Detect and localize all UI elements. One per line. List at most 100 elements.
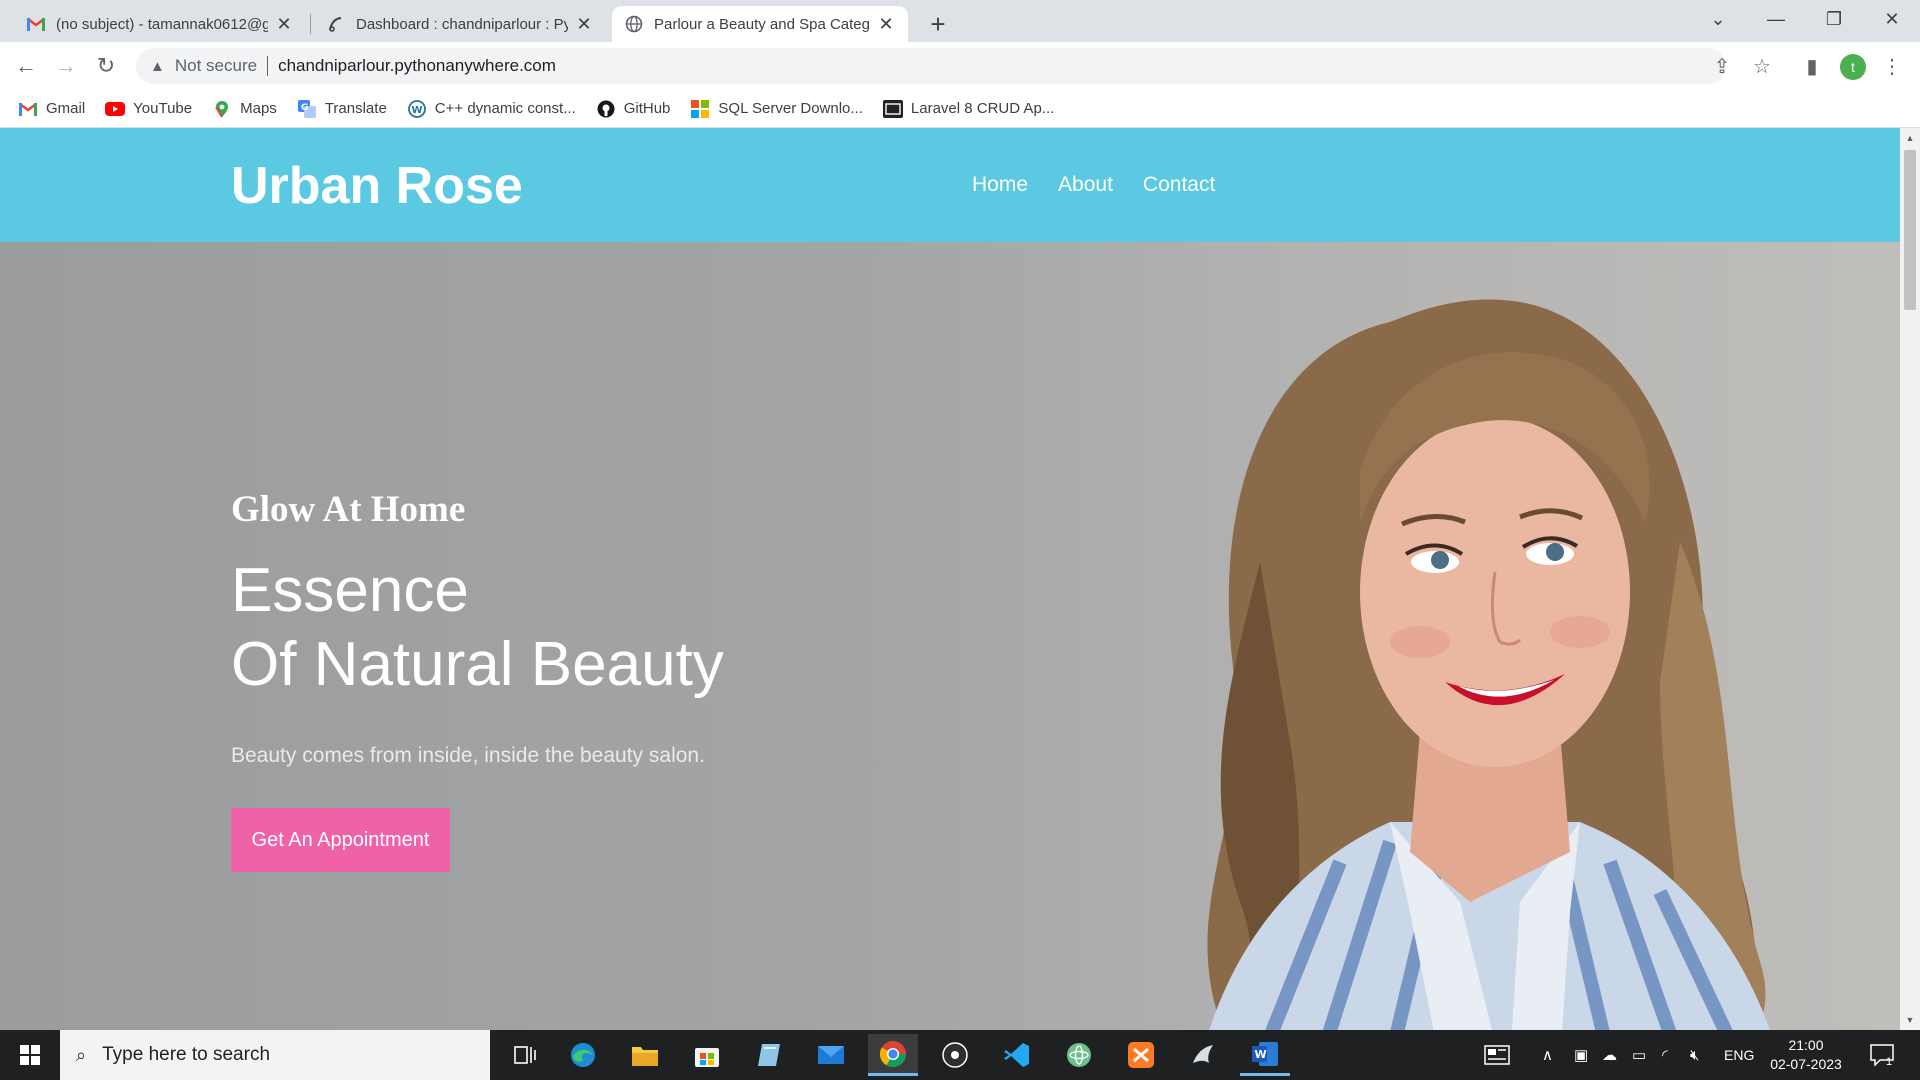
wifi-icon[interactable]: ◜: [1662, 1030, 1668, 1080]
scroll-up-icon[interactable]: ▲: [1900, 130, 1920, 146]
meet-now-icon[interactable]: ▣: [1574, 1030, 1588, 1080]
news-widget-icon[interactable]: [1484, 1030, 1510, 1080]
side-panel-icon[interactable]: ▮: [1796, 50, 1828, 82]
nav-home[interactable]: Home: [972, 173, 1028, 197]
search-placeholder: Type here to search: [102, 1044, 271, 1065]
bookmark-translate[interactable]: G Translate: [297, 99, 387, 119]
github-icon: [596, 99, 616, 119]
url-text[interactable]: chandniparlour.pythonanywhere.com: [278, 56, 556, 76]
appointment-button[interactable]: Get An Appointment: [231, 808, 450, 872]
onedrive-icon[interactable]: ☁: [1602, 1030, 1617, 1080]
page-scrollbar[interactable]: ▲ ▼: [1900, 128, 1920, 1030]
new-tab-button[interactable]: +: [922, 8, 954, 40]
minimize-icon[interactable]: —: [1748, 0, 1804, 38]
taskbar-search-box[interactable]: ⌕ Type here to search: [60, 1030, 490, 1080]
browser-tab-strip: (no subject) - tamannak0612@gmail.com ✕ …: [0, 0, 1920, 42]
scrollbar-thumb[interactable]: [1904, 150, 1916, 310]
globe-icon: [624, 14, 644, 34]
forward-icon[interactable]: →: [50, 50, 82, 82]
bookmark-laravel[interactable]: Laravel 8 CRUD Ap...: [882, 99, 1055, 119]
security-label[interactable]: Not secure: [175, 56, 257, 76]
system-clock[interactable]: 21:00 02-07-2023: [1758, 1036, 1854, 1074]
xampp-icon[interactable]: [1116, 1034, 1166, 1076]
tab-title: Dashboard : chandniparlour : PythonAnywh…: [356, 15, 568, 33]
back-icon[interactable]: ←: [10, 50, 42, 82]
nav-about[interactable]: About: [1058, 173, 1113, 197]
address-bar[interactable]: ▲ Not secure chandniparlour.pythonanywhe…: [136, 48, 1726, 84]
clock-date: 02-07-2023: [1770, 1056, 1842, 1072]
gmail-icon: [26, 14, 46, 34]
edge-icon[interactable]: [558, 1034, 608, 1076]
bookmark-label: SQL Server Downlo...: [718, 100, 863, 117]
vscode-icon[interactable]: [992, 1034, 1042, 1076]
translate-icon: G: [297, 99, 317, 119]
bookmark-gmail[interactable]: Gmail: [18, 99, 85, 119]
gmail-icon: [18, 99, 38, 119]
tab-divider: [310, 14, 311, 34]
tab-parlour[interactable]: Parlour a Beauty and Spa Category ✕: [612, 6, 908, 42]
reload-icon[interactable]: ↻: [90, 50, 122, 82]
close-tab-icon[interactable]: ✕: [876, 14, 896, 34]
clock-time: 21:00: [1788, 1037, 1824, 1053]
windows-start-icon[interactable]: [0, 1030, 60, 1080]
laravel-icon: [882, 99, 903, 119]
maps-icon: [212, 99, 232, 119]
tab-title: Parlour a Beauty and Spa Category: [654, 15, 870, 33]
bookmark-cpp[interactable]: W C++ dynamic const...: [407, 99, 576, 119]
restore-icon[interactable]: ❐: [1806, 0, 1862, 38]
atom-icon[interactable]: [1054, 1034, 1104, 1076]
word-icon[interactable]: W: [1240, 1034, 1290, 1076]
bookmark-label: C++ dynamic const...: [434, 100, 576, 117]
warning-icon[interactable]: ▲: [150, 58, 165, 75]
volume-muted-icon[interactable]: 🔇︎: [1690, 1030, 1699, 1080]
tab-gmail[interactable]: (no subject) - tamannak0612@gmail.com ✕: [14, 6, 306, 42]
bookmarks-bar: Gmail YouTube Maps G Translate W C++ dyn…: [0, 90, 1920, 128]
obs-icon[interactable]: [930, 1034, 980, 1076]
site-logo[interactable]: Urban Rose: [231, 156, 523, 216]
bookmark-sqlserver[interactable]: SQL Server Downlo...: [690, 99, 863, 119]
show-hidden-icons-icon[interactable]: ∧: [1542, 1030, 1553, 1080]
notifications-icon[interactable]: 1: [1870, 1030, 1894, 1080]
hero-headline: Essence Of Natural Beauty: [231, 554, 724, 702]
chrome-icon[interactable]: [868, 1034, 918, 1076]
bookmark-label: GitHub: [623, 100, 671, 117]
bookmark-label: Gmail: [46, 100, 86, 117]
nav-contact[interactable]: Contact: [1143, 173, 1215, 197]
scroll-down-icon[interactable]: ▼: [1900, 1012, 1920, 1028]
microsoft-icon: [690, 99, 710, 119]
hero-woman-image: [1207, 299, 1770, 1030]
windows-taskbar: ⌕ Type here to search W ∧ ▣ ☁ ▭ ◜ 🔇︎ ENG…: [0, 1030, 1920, 1080]
wordpress-icon: W: [407, 99, 427, 119]
svg-text:G: G: [301, 103, 308, 113]
file-explorer-icon[interactable]: [620, 1034, 670, 1076]
profile-avatar[interactable]: t: [1840, 54, 1866, 80]
battery-icon[interactable]: ▭: [1632, 1030, 1646, 1080]
task-view-icon[interactable]: [500, 1034, 550, 1076]
language-indicator[interactable]: ENG: [1724, 1030, 1754, 1080]
close-window-icon[interactable]: ✕: [1864, 0, 1920, 38]
bookmark-github[interactable]: GitHub: [596, 99, 671, 119]
hero-headline-line1: Essence: [231, 556, 469, 625]
bookmark-label: Laravel 8 CRUD Ap...: [910, 100, 1055, 117]
share-icon[interactable]: ⇪: [1706, 50, 1738, 82]
bookmark-label: Maps: [240, 100, 277, 117]
svg-text:W: W: [1255, 1048, 1267, 1061]
mysql-workbench-icon[interactable]: [1178, 1034, 1228, 1076]
bookmark-maps[interactable]: Maps: [212, 99, 277, 119]
close-tab-icon[interactable]: ✕: [574, 14, 594, 34]
youtube-icon: [105, 99, 126, 119]
mail-icon[interactable]: [806, 1034, 856, 1076]
search-icon: ⌕: [76, 1044, 87, 1065]
browser-toolbar: ← → ↻ ▲ Not secure chandniparlour.python…: [0, 42, 1920, 90]
tab-search-chevron-icon[interactable]: ⌄: [1690, 0, 1746, 38]
notification-count: 1: [1886, 1056, 1893, 1068]
hero-headline-line2: Of Natural Beauty: [231, 630, 724, 699]
close-tab-icon[interactable]: ✕: [274, 14, 294, 34]
bookmark-star-icon[interactable]: ☆: [1746, 50, 1778, 82]
microsoft-store-icon[interactable]: [682, 1034, 732, 1076]
svg-text:W: W: [411, 105, 422, 116]
tab-pythonanywhere[interactable]: Dashboard : chandniparlour : PythonAnywh…: [314, 6, 606, 42]
notes-app-icon[interactable]: [744, 1034, 794, 1076]
bookmark-youtube[interactable]: YouTube: [105, 99, 192, 119]
menu-kebab-icon[interactable]: ⋮: [1876, 50, 1908, 82]
